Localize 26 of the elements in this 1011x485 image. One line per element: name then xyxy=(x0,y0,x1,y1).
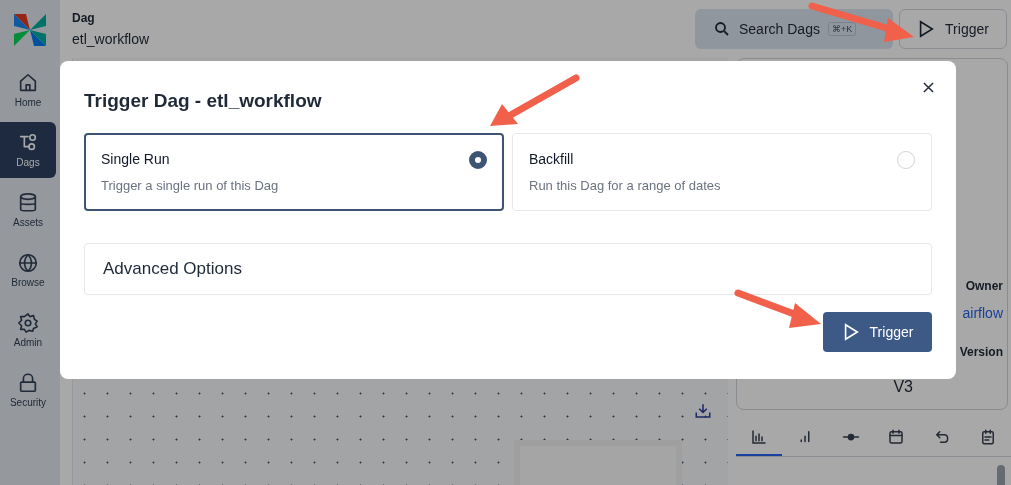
sidebar-item[interactable]: Browse xyxy=(0,242,56,298)
option-title: Single Run xyxy=(101,151,171,167)
sidebar-item[interactable]: Admin xyxy=(0,302,56,358)
sidebar-item[interactable]: Dags xyxy=(0,122,56,178)
sidebar-item[interactable]: Security xyxy=(0,362,56,418)
advanced-options-section[interactable]: Advanced Options xyxy=(84,243,932,295)
trigger-submit-button[interactable]: Trigger xyxy=(823,312,932,352)
section-title: Advanced Options xyxy=(103,259,242,279)
field-label: Version xyxy=(959,345,1003,359)
owner-link[interactable]: airflow xyxy=(962,305,1003,321)
option-description: Run this Dag for a range of dates xyxy=(529,178,721,193)
run-option-card[interactable]: Single Run Trigger a single run of this Dag xyxy=(84,133,504,211)
run-option-card[interactable]: Backfill Run this Dag for a range of dates xyxy=(512,133,932,211)
field-label: Owner xyxy=(965,279,1003,293)
dialog-title: Trigger Dag - etl_workflow xyxy=(84,90,322,112)
sidebar-item[interactable]: Assets xyxy=(0,182,56,238)
option-description: Trigger a single run of this Dag xyxy=(101,178,279,193)
shortcut-badge: ⌘+K xyxy=(827,22,857,36)
sidebar-item[interactable]: Home xyxy=(0,62,56,118)
dag-title: etl_workflow xyxy=(72,31,150,47)
option-title: Backfill xyxy=(529,151,575,167)
search-label: Search Dags xyxy=(739,21,820,37)
trigger-button[interactable]: Trigger xyxy=(899,9,1007,49)
field-value: V3 xyxy=(893,378,913,396)
breadcrumb-label: Dag xyxy=(72,11,96,25)
search-button[interactable]: Search Dags ⌘+K xyxy=(695,9,893,49)
